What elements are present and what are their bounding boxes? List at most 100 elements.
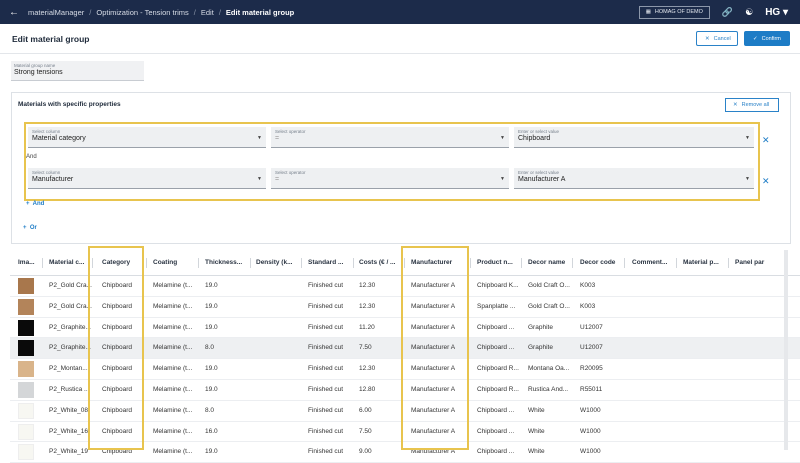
column-divider[interactable] <box>470 258 471 268</box>
category-column-highlight <box>88 246 144 450</box>
caret-down-icon: ▼ <box>745 176 750 182</box>
column-header-decor-code[interactable]: Decor code <box>580 259 624 266</box>
thickness-cell: 19.0 <box>205 302 218 310</box>
close-icon: ✕ <box>733 102 738 108</box>
select-value-1[interactable]: Enter or select value Chipboard ▼ <box>514 127 754 148</box>
costs-cell: 12.30 <box>359 302 376 310</box>
product-cell: Chipboard R... <box>477 385 519 393</box>
page-title: Edit material group <box>12 33 90 44</box>
support-icon[interactable]: ☯ <box>745 7 753 18</box>
material-thumbnail <box>18 340 34 357</box>
remove-condition-2-icon[interactable]: ✕ <box>762 176 770 187</box>
decor-code-cell: K003 <box>580 282 596 289</box>
add-and-button[interactable]: + And <box>26 201 44 207</box>
column-header-panel[interactable]: Panel par <box>735 259 779 266</box>
column-header-decor-name[interactable]: Decor name <box>528 259 574 266</box>
decor-code-cell: U12007 <box>580 323 603 331</box>
select-column-2[interactable]: Select column Manufacturer ▼ <box>28 168 266 189</box>
costs-cell: 7.50 <box>359 427 372 435</box>
costs-cell: 12.30 <box>359 282 376 289</box>
building-icon: ▦ <box>645 9 651 15</box>
group-name-value[interactable]: Strong tensions <box>14 69 141 76</box>
select-operator-2[interactable]: Select operator = ▼ <box>271 168 509 189</box>
caret-down-icon: ▼ <box>745 135 750 141</box>
column-divider[interactable] <box>676 258 677 268</box>
column-divider[interactable] <box>301 258 302 268</box>
coating-cell: Melamine (t... <box>153 427 193 435</box>
add-and-label: And <box>32 201 45 207</box>
breadcrumb-optimization[interactable]: Optimization - Tension trims <box>96 8 188 17</box>
decor-name-cell: Montana Oa... <box>528 365 570 373</box>
select-value-label: Enter or select value <box>518 170 560 175</box>
select-column-1[interactable]: Select column Material category ▼ <box>28 127 266 148</box>
add-or-label: Or <box>29 225 37 231</box>
material-thumbnail <box>18 423 34 440</box>
select-column-label: Select column <box>32 129 61 134</box>
decor-code-cell: K003 <box>580 302 596 310</box>
column-divider[interactable] <box>198 258 199 268</box>
add-or-button[interactable]: + Or <box>23 225 37 231</box>
product-cell: Chipboard ... <box>477 448 515 456</box>
product-cell: Chipboard ... <box>477 427 515 435</box>
column-header-thickness[interactable]: Thickness... <box>205 259 247 266</box>
select-operator-1[interactable]: Select operator = ▼ <box>271 127 509 148</box>
column-header-product[interactable]: Product n... <box>477 259 519 266</box>
column-divider[interactable] <box>624 258 625 268</box>
column-divider[interactable] <box>250 258 251 268</box>
company-selector[interactable]: ▦ HOMAG OF DEMO <box>638 5 710 19</box>
company-name: HOMAG OF DEMO <box>654 9 703 15</box>
breadcrumb-edit[interactable]: Edit <box>201 8 214 17</box>
caret-down-icon: ▼ <box>257 176 262 182</box>
plus-icon: + <box>26 201 30 207</box>
arrow-left-icon[interactable]: ← <box>0 7 28 18</box>
column-divider[interactable] <box>146 258 147 268</box>
column-header-costs[interactable]: Costs (€ / ... <box>359 259 403 266</box>
material-thumbnail <box>18 381 34 398</box>
column-header-standard[interactable]: Standard ... <box>308 259 350 266</box>
column-divider[interactable] <box>521 258 522 268</box>
remove-all-button[interactable]: ✕ Remove all <box>725 98 779 112</box>
group-name-field[interactable]: Material group name Strong tensions <box>11 61 144 81</box>
decor-name-cell: Graphite <box>528 323 553 331</box>
confirm-button[interactable]: ✓ Confirm <box>744 31 790 46</box>
top-bar: ← materialManager / Optimization - Tensi… <box>0 0 800 24</box>
material-thumbnail <box>18 361 34 378</box>
column-divider[interactable] <box>728 258 729 268</box>
column-header-image[interactable]: Ima... <box>18 259 40 266</box>
product-cell: Chipboard ... <box>477 344 515 352</box>
select-operator-label: Select operator <box>275 170 306 175</box>
cancel-button[interactable]: ✕ Cancel <box>696 31 738 46</box>
cancel-label: Cancel <box>713 35 731 42</box>
thickness-cell: 19.0 <box>205 448 218 456</box>
decor-name-cell: Graphite <box>528 344 553 352</box>
column-header-material-p[interactable]: Material p... <box>683 259 727 266</box>
remove-condition-1-icon[interactable]: ✕ <box>762 135 770 146</box>
product-cell: Chipboard K... <box>477 282 519 289</box>
breadcrumb-app[interactable]: materialManager <box>28 8 84 17</box>
column-header-comment[interactable]: Comment... <box>632 259 674 266</box>
decor-name-cell: Gold Craft O... <box>528 302 570 310</box>
column-divider[interactable] <box>572 258 573 268</box>
standard-cell: Finished cut <box>308 323 344 331</box>
thickness-cell: 19.0 <box>205 282 218 289</box>
select-value-2[interactable]: Enter or select value Manufacturer A ▼ <box>514 168 754 189</box>
column-header-density[interactable]: Density (k... <box>256 259 298 266</box>
user-menu-icon[interactable]: HG ▾ <box>765 7 788 18</box>
link-icon[interactable]: 🔗 <box>722 7 733 18</box>
confirm-label: Confirm <box>761 35 781 42</box>
breadcrumb-current: Edit material group <box>225 7 295 17</box>
material-cell: P2_Montan... <box>49 365 88 373</box>
caret-down-icon: ▼ <box>500 135 505 141</box>
material-thumbnail <box>18 444 34 461</box>
select-value-value: Chipboard <box>518 135 551 142</box>
table-scrollbar[interactable] <box>784 250 788 450</box>
column-divider[interactable] <box>42 258 43 268</box>
breadcrumb-separator: / <box>89 7 92 17</box>
column-header-coating[interactable]: Coating <box>153 259 197 266</box>
column-divider[interactable] <box>353 258 354 268</box>
close-icon: ✕ <box>705 35 710 42</box>
costs-cell: 7.50 <box>359 344 372 352</box>
thickness-cell: 8.0 <box>205 406 215 414</box>
check-icon: ✓ <box>753 35 758 42</box>
coating-cell: Melamine (t... <box>153 448 193 456</box>
